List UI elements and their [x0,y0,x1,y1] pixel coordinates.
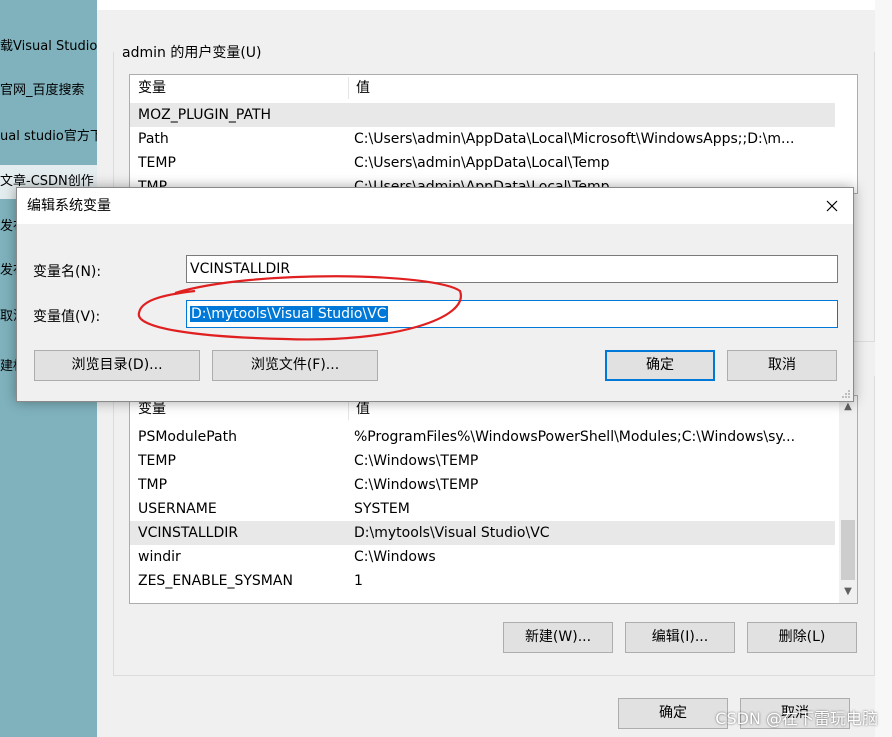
column-header-value[interactable]: 值 [348,75,828,101]
browse-file-button[interactable]: 浏览文件(F)... [212,350,378,381]
dialog-title-bar[interactable]: 编辑系统变量 [17,188,853,224]
variable-value-input[interactable]: D:\mytools\Visual Studio\VC [186,300,838,328]
edit-system-variable-dialog: 编辑系统变量 变量名(N): VCINSTALLDIR 变量值(V): D:\m… [16,187,854,402]
browser-tab[interactable]: 载Visual Studio教 [0,30,97,64]
dialog-title: 编辑系统变量 [27,198,111,214]
browser-tab[interactable]: 官网_百度搜索 [0,74,97,108]
column-header-variable[interactable]: 变量 [130,75,348,101]
list-item[interactable]: TEMP C:\Users\admin\AppData\Local\Temp [130,151,830,175]
watermark: CSDN @在下雷玩电脑 [715,709,878,728]
cancel-button[interactable]: 取消 [727,350,837,381]
user-variables-list[interactable]: 变量 值 MOZ_PLUGIN_PATH Path C:\Users\admin… [129,74,858,195]
ok-button[interactable]: 确定 [605,350,715,381]
list-header: 变量 值 [130,75,857,101]
selected-value-text: D:\mytools\Visual Studio\VC [190,306,388,322]
list-item[interactable]: MOZ_PLUGIN_PATH [130,103,835,127]
system-variables-group [113,376,875,676]
env-ok-button[interactable]: 确定 [618,698,728,729]
resize-grip-icon[interactable] [841,389,851,399]
browse-directory-button[interactable]: 浏览目录(D)... [34,350,200,381]
variable-name-label: 变量名(N): [33,264,102,280]
close-button[interactable] [819,193,845,219]
close-icon [826,200,838,212]
dialog-top-strip [97,0,875,10]
browser-tab[interactable]: ual studio官方下 [0,120,97,154]
variable-value-label: 变量值(V): [33,309,101,325]
list-item[interactable]: Path C:\Users\admin\AppData\Local\Micros… [130,127,830,151]
window-edge [875,0,892,737]
variable-name-input[interactable]: VCINSTALLDIR [186,255,838,283]
